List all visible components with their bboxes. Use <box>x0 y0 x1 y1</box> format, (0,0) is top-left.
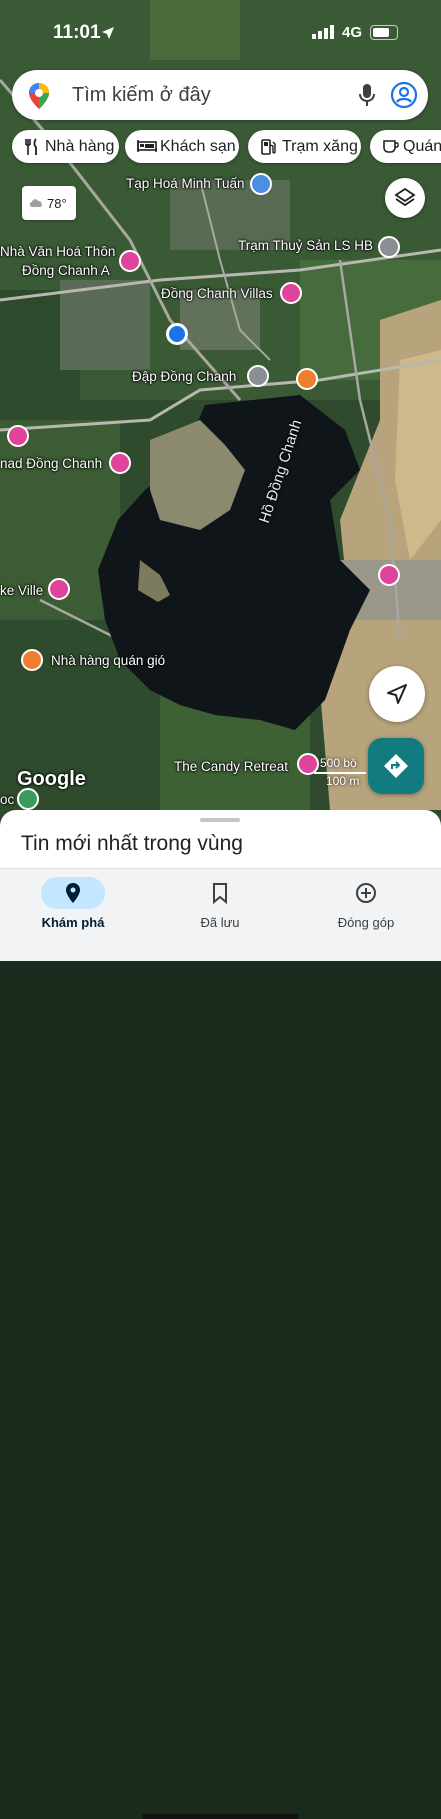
map-label-villas: Đồng Chanh Villas <box>161 286 273 301</box>
place-poi-icon[interactable] <box>378 236 400 258</box>
nav-explore[interactable]: Khám phá <box>13 877 133 930</box>
hotel-poi-icon[interactable] <box>378 564 400 586</box>
layers-button[interactable] <box>385 178 425 218</box>
chip-hotels[interactable]: Khách sạn <box>125 130 239 163</box>
home-indicator[interactable] <box>142 1814 299 1819</box>
chip-label: Nhà hàng <box>45 138 115 155</box>
chip-gas-stations[interactable]: Trạm xăng <box>248 130 361 163</box>
nav-label: Đã lưu <box>200 915 240 930</box>
map-label-nha-van-hoa: Nhà Văn Hoá Thôn <box>0 244 116 259</box>
sheet-drag-handle[interactable] <box>200 818 240 822</box>
signal-icon <box>312 25 334 39</box>
add-circle-icon <box>356 883 376 903</box>
network-type: 4G <box>342 24 363 41</box>
restaurant-poi-icon[interactable] <box>296 368 318 390</box>
map-label-ke-ville: ke Ville <box>0 583 44 598</box>
layers-icon <box>394 187 416 207</box>
place-poi-icon[interactable] <box>247 365 269 387</box>
nav-contribute[interactable]: Đóng góp <box>306 877 426 930</box>
weather-badge[interactable]: 78° <box>22 186 76 220</box>
gas-station-icon <box>261 139 276 155</box>
map-label-tram-thuy-san: Trạm Thuỷ Sản LS HB <box>238 238 374 253</box>
cloud-icon <box>29 199 42 207</box>
hotel-poi-icon[interactable] <box>48 578 70 600</box>
search-input[interactable]: Tìm kiếm ở đây <box>72 84 211 107</box>
restaurant-icon <box>25 138 37 155</box>
bottom-navigation: Khám phá Đã lưu Đóng góp <box>0 868 441 1819</box>
directions-icon <box>384 754 408 778</box>
directions-button[interactable] <box>368 738 424 794</box>
sheet-title: Tin mới nhất trong vùng <box>21 832 243 855</box>
map-label-candy: The Candy Retreat <box>174 759 289 774</box>
my-location-dot <box>166 323 188 345</box>
chip-label: Khách sạn <box>160 138 236 155</box>
nav-label: Khám phá <box>41 915 105 930</box>
chip-cafes[interactable]: Quán <box>370 130 441 163</box>
google-maps-pin-icon <box>29 83 49 109</box>
scale-metric: 100 m <box>326 774 360 788</box>
hotel-poi-icon[interactable] <box>109 452 131 474</box>
navigation-arrow-icon <box>387 684 407 704</box>
battery-icon <box>370 25 398 40</box>
search-bar[interactable]: Tìm kiếm ở đây <box>12 70 428 120</box>
microphone-icon[interactable] <box>358 83 376 107</box>
map-label-tap-hoa: Tạp Hoá Minh Tuấn <box>126 176 245 191</box>
coffee-icon <box>383 140 399 153</box>
landmark-poi-icon[interactable] <box>119 250 141 272</box>
hotel-icon <box>137 140 157 152</box>
nav-saved[interactable]: Đã lưu <box>160 877 280 930</box>
account-icon[interactable] <box>390 81 418 109</box>
scale-imperial: 500 bộ <box>320 756 357 770</box>
park-poi-icon[interactable] <box>17 788 39 810</box>
restaurant-poi-icon[interactable] <box>21 649 43 671</box>
bookmark-icon <box>213 883 227 904</box>
map-label-oc: oc <box>0 792 15 807</box>
nav-label: Đóng góp <box>337 915 395 930</box>
shopping-poi-icon[interactable] <box>250 173 272 195</box>
my-location-button[interactable] <box>369 666 425 722</box>
status-bar: 11:01 4G <box>0 0 441 62</box>
status-time: 11:01 <box>53 22 101 43</box>
location-arrow-icon <box>102 27 114 39</box>
chip-label: Quán <box>403 138 441 155</box>
weather-temperature: 78° <box>47 196 67 211</box>
map-label-nomad: nad Đồng Chanh <box>0 456 103 471</box>
camera-poi-icon[interactable] <box>7 425 29 447</box>
hotel-poi-icon[interactable] <box>280 282 302 304</box>
chip-restaurants[interactable]: Nhà hàng <box>12 130 119 163</box>
chip-label: Trạm xăng <box>282 138 358 155</box>
map-label-nha-van-hoa-2: Đồng Chanh A <box>22 263 110 278</box>
map-label-restaurant: Nhà hàng quán gió <box>51 653 166 668</box>
map-label-dap: Đập Đồng Chanh <box>132 369 237 384</box>
explore-pin-icon <box>66 883 80 903</box>
